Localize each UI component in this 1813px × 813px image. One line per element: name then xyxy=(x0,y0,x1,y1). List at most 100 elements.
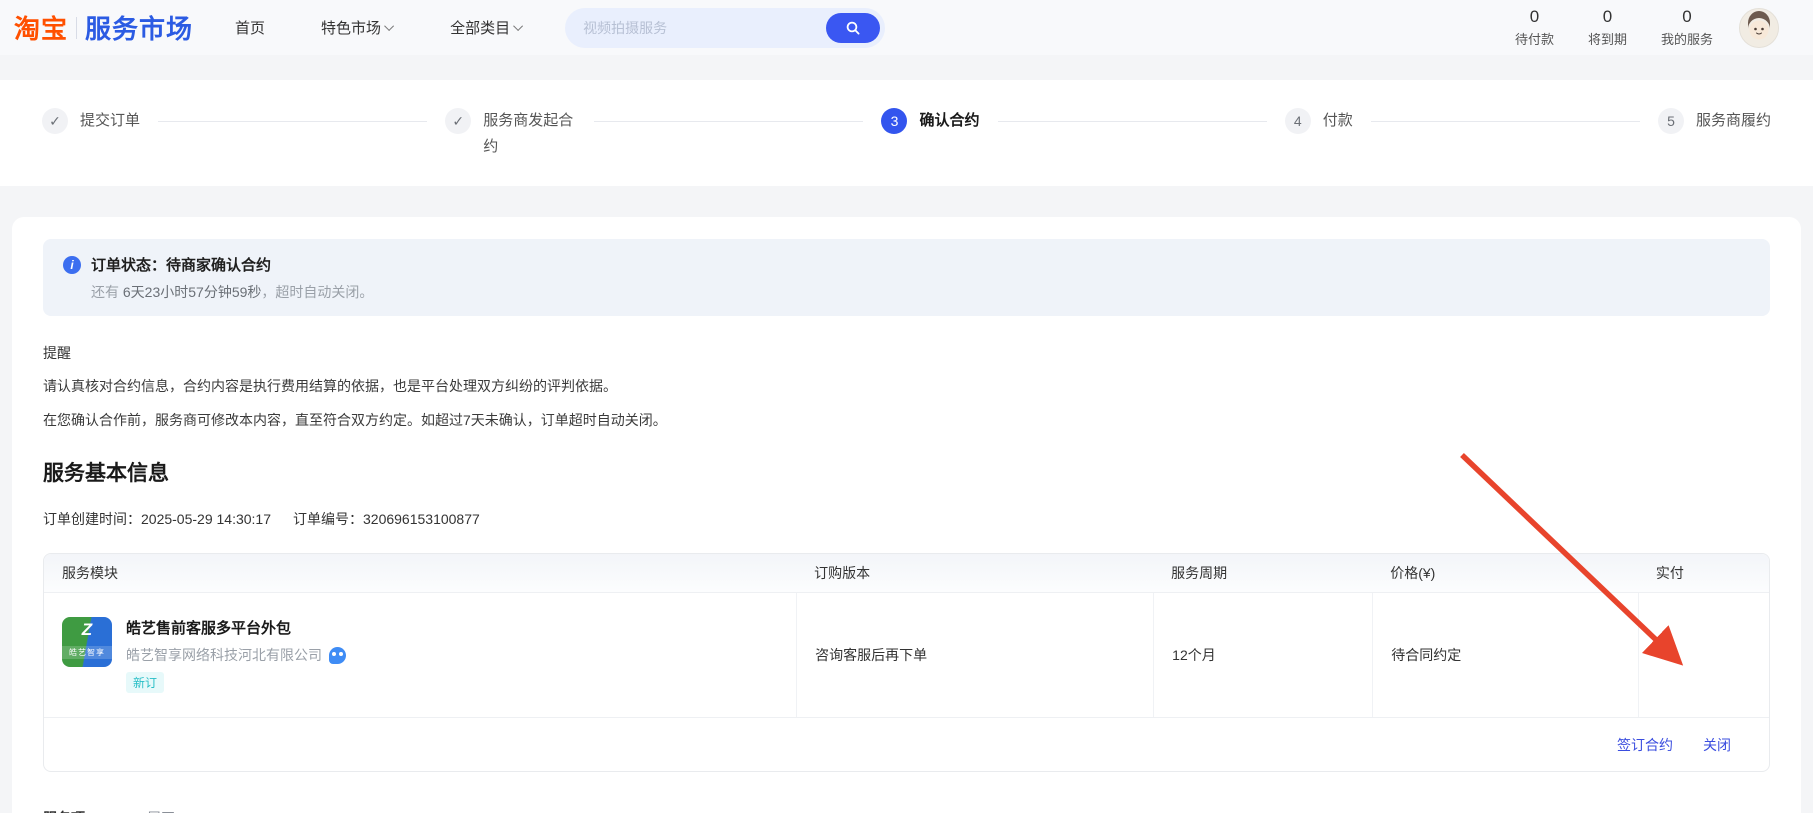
reminder-line: 在您确认合作前，服务商可修改本内容，直至符合双方约定。如超过7天未确认，订单超时… xyxy=(43,412,667,428)
nav-featured-market[interactable]: 特色市场 xyxy=(321,17,395,38)
order-meta: 订单创建时间：2025-05-29 14:30:17 订单编号：320696153… xyxy=(43,509,1770,529)
order-no-label: 订单编号： xyxy=(293,511,363,527)
col-header-service-module: 服务模块 xyxy=(62,565,118,581)
order-status-title: 订单状态：待商家确认合约 xyxy=(91,257,272,274)
order-no-value: 320696153100877 xyxy=(363,511,480,527)
check-icon: ✓ xyxy=(445,108,472,134)
chevron-down-icon xyxy=(384,21,395,32)
col-header-price: 价格(¥) xyxy=(1390,565,1436,581)
company-name: 皓艺智享网络科技河北有限公司 xyxy=(126,647,322,663)
step-label: 确认合约 xyxy=(919,112,980,129)
taobao-service-market-logo[interactable]: 淘宝 服务市场 xyxy=(14,9,193,46)
new-order-badge: 新订 xyxy=(126,672,165,693)
step-connector xyxy=(997,121,1267,122)
search-button[interactable] xyxy=(826,12,881,43)
nav-featured-label: 特色市场 xyxy=(321,20,382,37)
stat-count: 0 xyxy=(1682,7,1692,26)
avatar-image xyxy=(1740,8,1778,47)
order-status-notice: i 订单状态：待商家确认合约 还有 6天23小时57分钟59秒，超时自动关闭。 xyxy=(43,239,1770,316)
expand-label: 展开 xyxy=(147,808,175,813)
service-title-link[interactable]: 皓艺售前客服多平台外包 xyxy=(126,617,346,638)
account-stats: 0 待付款 0 将到期 0 我的服务 xyxy=(1515,7,1713,48)
step-label: 服务商发起合约 xyxy=(483,112,574,155)
main-nav: 首页 特色市场 全部类目 xyxy=(235,17,524,38)
countdown-suffix: ，超时自动关闭。 xyxy=(261,284,374,300)
step-label: 服务商履约 xyxy=(1695,112,1771,129)
countdown-prefix: 还有 xyxy=(91,284,123,300)
stat-my-services[interactable]: 0 我的服务 xyxy=(1661,7,1713,48)
cell-price: 待合同约定 xyxy=(1372,593,1638,717)
top-header: 淘宝 服务市场 首页 特色市场 全部类目 0 待付款 0 xyxy=(0,0,1813,55)
step-connector xyxy=(1370,121,1640,122)
product-text-block: 皓艺售前客服多平台外包 皓艺智享网络科技河北有限公司 新订 xyxy=(126,617,346,693)
step-label: 提交订单 xyxy=(80,112,141,129)
step-submit-order: ✓ 提交订单 xyxy=(42,108,140,134)
nav-home-label: 首页 xyxy=(235,20,266,37)
step-provider-initiates-contract: ✓ 服务商发起合约 xyxy=(445,108,576,160)
reminder-title: 提醒 xyxy=(43,345,71,361)
service-market-logo-text: 服务市场 xyxy=(85,14,194,44)
reminder-section: 提醒 请认真核对合约信息，合约内容是执行费用结算的依据，也是平台处理双方纠纷的评… xyxy=(43,343,1770,431)
col-header-paid: 实付 xyxy=(1655,565,1684,581)
stat-count: 0 xyxy=(1602,7,1613,26)
expand-toggle[interactable]: 展开 xyxy=(147,808,190,813)
col-header-version: 订购版本 xyxy=(814,565,871,581)
nav-home[interactable]: 首页 xyxy=(235,17,265,38)
step-number: 4 xyxy=(1284,108,1311,134)
step-connector xyxy=(594,121,864,122)
stat-label: 我的服务 xyxy=(1660,32,1713,47)
order-progress-stepper: ✓ 提交订单 ✓ 服务商发起合约 3 确认合约 4 付款 5 服务商履约 xyxy=(42,108,1771,160)
service-items-row: 服务项 展开 xyxy=(43,808,1770,813)
nav-categories-label: 全部类目 xyxy=(450,20,511,37)
logo-divider xyxy=(76,16,78,39)
order-progress-band: ✓ 提交订单 ✓ 服务商发起合约 3 确认合约 4 付款 5 服务商履约 xyxy=(0,80,1813,186)
stat-label: 待付款 xyxy=(1514,32,1554,47)
countdown-text: 还有 6天23小时57分钟59秒，超时自动关闭。 xyxy=(91,282,1750,302)
cell-period: 12个月 xyxy=(1153,593,1372,717)
service-table: 服务模块 订购版本 服务周期 价格(¥) 实付 Z 皓艺智享 皓艺售前客服多平台… xyxy=(43,553,1770,772)
reminder-line: 请认真核对合约信息，合约内容是执行费用结算的依据，也是平台处理双方纠纷的评判依据… xyxy=(43,378,617,394)
step-confirm-contract: 3 确认合约 xyxy=(881,108,980,134)
wangwang-chat-icon[interactable] xyxy=(329,646,346,664)
taobao-logo-text: 淘宝 xyxy=(14,14,69,44)
cell-version: 咨询客服后再下单 xyxy=(796,593,1153,717)
product-info: Z 皓艺智享 皓艺售前客服多平台外包 皓艺智享网络科技河北有限公司 新订 xyxy=(62,617,346,693)
company-row: 皓艺智享网络科技河北有限公司 xyxy=(126,645,346,665)
col-header-period: 服务周期 xyxy=(1171,565,1228,581)
countdown-value: 6天23小时57分钟59秒 xyxy=(122,284,262,300)
stat-label: 将到期 xyxy=(1587,32,1627,47)
nav-all-categories[interactable]: 全部类目 xyxy=(450,17,524,38)
created-time-label: 订单创建时间： xyxy=(43,511,141,527)
step-provider-fulfillment: 5 服务商履约 xyxy=(1657,108,1771,134)
chevron-down-icon xyxy=(513,21,524,32)
sign-contract-link[interactable]: 签订合约 xyxy=(1617,735,1673,755)
step-payment: 4 付款 xyxy=(1284,108,1353,134)
service-logo[interactable]: Z 皓艺智享 xyxy=(62,617,112,667)
logo-brand-text: 皓艺智享 xyxy=(62,646,112,659)
table-header-row: 服务模块 订购版本 服务周期 价格(¥) 实付 xyxy=(44,554,1769,592)
stat-pending-payment[interactable]: 0 待付款 xyxy=(1515,7,1554,48)
search-input[interactable] xyxy=(583,19,827,36)
step-label: 付款 xyxy=(1322,112,1353,129)
logo-glyph: Z xyxy=(81,620,93,639)
cell-paid: - xyxy=(1637,593,1769,717)
step-number: 3 xyxy=(881,108,908,134)
order-detail-card: i 订单状态：待商家确认合约 还有 6天23小时57分钟59秒，超时自动关闭。 … xyxy=(12,217,1801,813)
check-icon: ✓ xyxy=(42,108,68,134)
user-avatar[interactable] xyxy=(1739,7,1779,48)
search-box xyxy=(565,7,886,48)
section-title-basic-info: 服务基本信息 xyxy=(43,462,169,485)
table-row: Z 皓艺智享 皓艺售前客服多平台外包 皓艺智享网络科技河北有限公司 新订 咨询客… xyxy=(44,592,1769,717)
close-order-link[interactable]: 关闭 xyxy=(1703,735,1731,755)
search-icon xyxy=(846,21,860,35)
stat-expiring[interactable]: 0 将到期 xyxy=(1588,7,1627,48)
step-connector xyxy=(158,121,428,122)
created-time-value: 2025-05-29 14:30:17 xyxy=(141,511,271,527)
notice-header: i 订单状态：待商家确认合约 xyxy=(63,254,1750,275)
stat-count: 0 xyxy=(1529,7,1540,26)
table-actions-row: 签订合约 关闭 xyxy=(44,717,1769,771)
service-items-label: 服务项 xyxy=(43,808,147,813)
step-number: 5 xyxy=(1657,108,1684,134)
info-icon: i xyxy=(63,255,81,274)
cell-service-module: Z 皓艺智享 皓艺售前客服多平台外包 皓艺智享网络科技河北有限公司 新订 xyxy=(44,593,796,717)
